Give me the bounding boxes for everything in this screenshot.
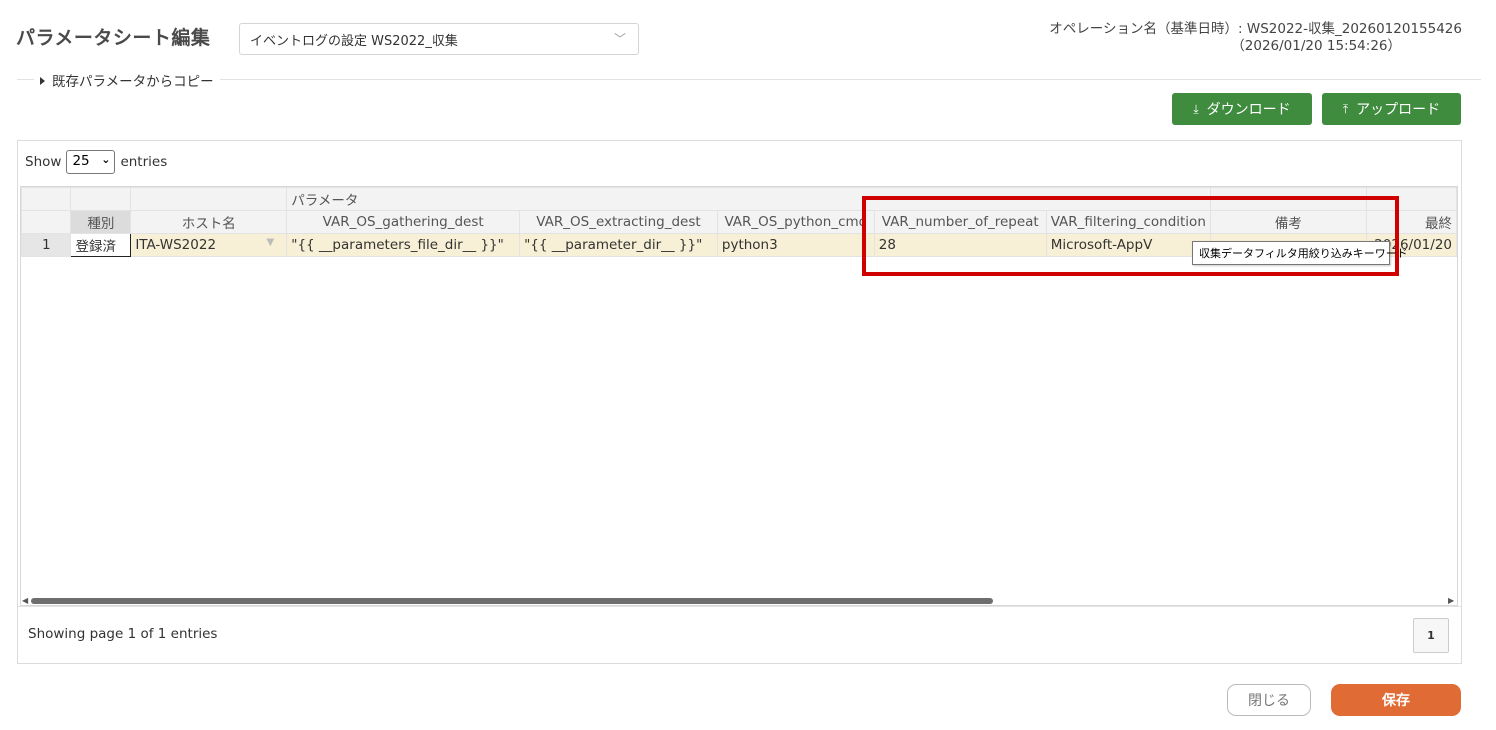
upload-icon: ⤒ [1342, 101, 1349, 116]
download-button-label: ダウンロード [1206, 102, 1291, 118]
scroll-left-arrow-icon[interactable]: ◀ [22, 596, 28, 605]
cell-host-value: ITA-WS2022 [135, 237, 217, 253]
copy-from-existing-label: 既存パラメータからコピー [52, 74, 214, 90]
column-header-gathering-dest[interactable]: VAR_OS_gathering_dest [286, 210, 521, 234]
chevron-down-icon: ⌄ [101, 153, 111, 166]
caret-right-icon [40, 77, 45, 85]
operation-info: オペレーション名（基準日時）: WS2022-収集_20260120155426… [1049, 21, 1462, 55]
column-header-host[interactable]: ホスト名 [130, 210, 288, 234]
copy-section-divider [17, 79, 1481, 80]
entries-per-page-value: 25 [72, 153, 90, 169]
horizontal-scrollbar[interactable] [31, 598, 993, 604]
grid-divider [18, 606, 1461, 607]
operation-label: オペレーション名（基準日時）: [1049, 21, 1243, 37]
entries-per-page-select[interactable]: 25 ⌄ [66, 150, 116, 174]
save-button[interactable]: 保存 [1331, 684, 1461, 716]
dropdown-arrow-icon: ▼ [266, 237, 275, 248]
column-header-extracting-dest[interactable]: VAR_OS_extracting_dest [519, 210, 718, 234]
copy-from-existing-toggle[interactable]: 既存パラメータからコピー [34, 70, 220, 90]
show-label: Show [25, 154, 62, 170]
chevron-down-icon: ﹀ [613, 32, 626, 46]
parameter-sheet-select-value: イベントログの設定 WS2022_収集 [250, 34, 458, 49]
cell-kind[interactable]: 登録済 [70, 233, 132, 257]
page-title: パラメータシート編集 [16, 27, 211, 49]
cell-python-cmd[interactable]: python3 [716, 233, 875, 257]
tooltip: 収集データフィルタ用絞り込みキーワード [1192, 241, 1408, 265]
upload-button-label: アップロード [1356, 102, 1441, 118]
column-header-python-cmd[interactable]: VAR_OS_python_cmd [716, 210, 875, 234]
entries-label: entries [120, 154, 168, 170]
pagination-info: Showing page 1 of 1 entries [28, 626, 218, 642]
parameter-sheet-select[interactable]: イベントログの設定 WS2022_収集 ﹀ [239, 23, 639, 55]
cell-gathering-dest[interactable]: "{{ __parameters_file_dir__ }}" [286, 233, 521, 257]
operation-name: WS2022-収集_20260120155426 [1246, 21, 1462, 37]
operation-date: （2026/01/20 15:54:26） [1231, 38, 1401, 54]
row-number: 1 [21, 233, 72, 257]
page-button-1[interactable]: 1 [1413, 618, 1449, 653]
column-header-kind[interactable]: 種別 [70, 210, 132, 234]
download-icon: ⤓ [1193, 101, 1199, 116]
download-button[interactable]: ⤓ ダウンロード [1172, 93, 1312, 125]
scroll-right-arrow-icon[interactable]: ▶ [1448, 596, 1454, 605]
show-entries-control: Show 25 ⌄ entries [25, 150, 167, 174]
upload-button[interactable]: ⤒ アップロード [1322, 93, 1461, 125]
close-button[interactable]: 閉じる [1227, 684, 1311, 716]
cell-host[interactable]: ITA-WS2022 ▼ [130, 233, 288, 257]
cell-extracting-dest[interactable]: "{{ __parameter_dir__ }}" [519, 233, 718, 257]
